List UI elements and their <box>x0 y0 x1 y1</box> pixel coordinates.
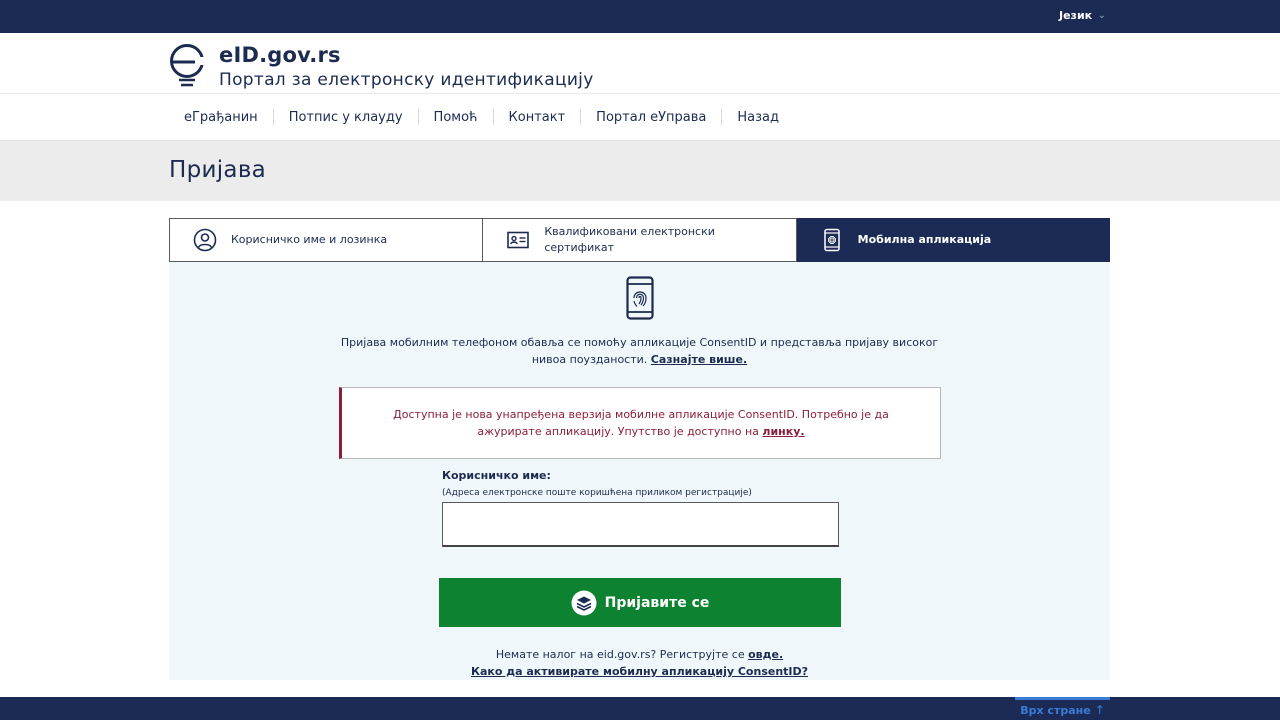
username-input[interactable] <box>442 502 839 547</box>
user-circle-icon <box>193 228 217 252</box>
brand[interactable]: eID.gov.rs Портал за електронску идентиф… <box>219 43 594 90</box>
login-method-tabs: Корисничко име и лозинка Квалификовани е… <box>169 218 1110 262</box>
username-label: Корисничко име: <box>442 469 551 482</box>
tab-username-password[interactable]: Корисничко име и лозинка <box>169 218 484 262</box>
username-hint: (Адреса електронске поште коришћена прил… <box>442 488 752 498</box>
mobile-login-panel: Пријава мобилним телефоном обавља се пом… <box>169 262 1110 680</box>
arrow-up-icon: ↑ <box>1094 703 1105 717</box>
eid-logo-icon[interactable] <box>169 43 207 89</box>
tab-qualified-certificate[interactable]: Квалификовани електронски сертификат <box>483 218 797 262</box>
chevron-down-icon: ⌄ <box>1098 10 1106 21</box>
site-subtitle: Портал за електронску идентификацију <box>219 70 594 90</box>
register-line: Немате налог на eid.gov.rs? Региструјте … <box>169 648 1110 661</box>
language-label: Језик <box>1059 9 1093 22</box>
activate-app-link[interactable]: Како да активирате мобилну апликацију Co… <box>169 665 1110 678</box>
back-to-top-label: Врх стране <box>1020 703 1091 717</box>
page-title: Пријава <box>169 157 267 183</box>
id-card-icon <box>507 231 530 249</box>
consentid-logo-icon <box>571 590 597 615</box>
page-title-bar: Пријава <box>0 141 1280 201</box>
learn-more-link[interactable]: Сазнајте више. <box>651 353 747 366</box>
language-selector[interactable]: Језик ⌄ <box>1059 9 1106 22</box>
tab-label: Квалификовани електронски сертификат <box>544 225 715 254</box>
alert-body: Доступна је нова унапређена верзија моби… <box>393 408 889 438</box>
register-link[interactable]: овде. <box>748 648 783 661</box>
nav-item-cloud-signature[interactable]: Потпис у клауду <box>274 110 418 125</box>
intro-text: Пријава мобилним телефоном обавља се пом… <box>329 334 950 368</box>
top-bar: Језик ⌄ <box>0 0 1280 33</box>
nav-item-egradjanin[interactable]: еГрађанин <box>169 110 273 125</box>
nav-item-contact[interactable]: Контакт <box>494 110 581 125</box>
site-header: eID.gov.rs Портал за електронску идентиф… <box>0 33 1280 93</box>
nav-item-euprava-portal[interactable]: Портал еУправа <box>581 110 721 125</box>
alert-link[interactable]: линку. <box>762 425 804 438</box>
register-text: Немате налог на eid.gov.rs? Региструјте … <box>495 648 745 661</box>
login-button-label: Пријавите се <box>604 594 710 611</box>
alert-message: Доступна је нова унапређена верзија моби… <box>361 406 921 440</box>
tab-mobile-app[interactable]: Мобилна апликација <box>796 218 1110 262</box>
mobile-fingerprint-icon <box>823 228 840 252</box>
site-name: eID.gov.rs <box>219 43 341 67</box>
back-to-top-button[interactable]: Врх стране ↑ <box>1015 697 1110 720</box>
intro-body: Пријава мобилним телефоном обавља се пом… <box>340 336 939 366</box>
update-alert: Доступна је нова унапређена верзија моби… <box>339 387 941 459</box>
nav-item-help[interactable]: Помоћ <box>419 110 493 125</box>
tab-label: Мобилна апликација <box>857 233 992 246</box>
main-nav: еГрађанин Потпис у клауду Помоћ Контакт … <box>0 93 1280 141</box>
phone-fingerprint-icon <box>626 276 654 320</box>
tab-label: Корисничко име и лозинка <box>231 233 388 246</box>
login-button[interactable]: Пријавите се <box>439 578 841 627</box>
nav-item-back[interactable]: Назад <box>722 110 794 125</box>
